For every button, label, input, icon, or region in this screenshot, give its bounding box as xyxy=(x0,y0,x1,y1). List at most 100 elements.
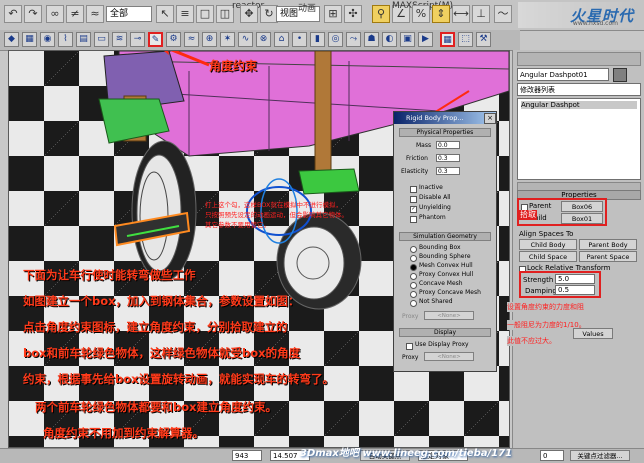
child-space-button[interactable]: Child Space xyxy=(519,251,577,262)
concave-mesh-radio[interactable] xyxy=(410,282,417,289)
body-text-line4: box和前车轮绿色物体，这样绿色物体就受box的角度 xyxy=(23,346,301,360)
current-frame-field[interactable]: 0 xyxy=(540,450,564,461)
undo-icon[interactable]: ↶ xyxy=(4,5,22,23)
inactive-checkbox[interactable] xyxy=(410,186,417,193)
bind-space-warp-icon[interactable]: ≈ xyxy=(86,5,104,23)
redo-icon[interactable]: ↷ xyxy=(24,5,42,23)
axle-post xyxy=(314,51,332,172)
hinge-icon[interactable]: ⌂ xyxy=(274,32,289,47)
deforming-mesh-icon[interactable]: ▤ xyxy=(76,32,91,47)
fracture-icon[interactable]: ✶ xyxy=(220,32,235,47)
display-proxy-none-button[interactable]: <None> xyxy=(424,352,474,361)
y-coordinate-field[interactable]: 943 xyxy=(232,450,262,461)
spinner-snap-icon[interactable]: ⇕ xyxy=(432,5,450,23)
physical-properties-rollout[interactable]: Physical Properties xyxy=(399,128,491,137)
proxy-none-button[interactable]: <None> xyxy=(424,311,474,320)
water-icon[interactable]: ∿ xyxy=(238,32,253,47)
rectangle-selection-icon[interactable]: □ xyxy=(196,5,214,23)
reactor-toolbar: ◆ ▦ ◉ ⌇ ▤ ▭ ≋ ⊸ ✎ ⚙ ≈ ⊕ ✶ ∿ ⊗ ⌂ • ▮ ◎ ⤳ … xyxy=(0,30,520,51)
disable-all-label: Disable All xyxy=(419,194,451,201)
phantom-checkbox[interactable] xyxy=(410,216,417,223)
bounding-sphere-radio[interactable] xyxy=(410,255,417,262)
motor-icon[interactable]: ⚙ xyxy=(166,32,181,47)
friction-field[interactable]: 0.3 xyxy=(436,154,460,162)
parent-body-button[interactable]: Parent Body xyxy=(579,239,637,250)
create-animation-icon[interactable]: ⬚ xyxy=(458,32,473,47)
friction-label: Friction xyxy=(406,155,428,162)
select-by-name-icon[interactable]: ≡ xyxy=(176,5,194,23)
mass-field[interactable]: 0.0 xyxy=(436,141,460,149)
select-move-icon[interactable]: ✥ xyxy=(240,5,258,23)
key-filters-button[interactable]: 关键点过滤器... xyxy=(570,450,630,461)
proxy-convex-hull-label: Proxy Convex Hull xyxy=(419,271,474,278)
analyze-world-icon[interactable]: ▣ xyxy=(400,32,415,47)
unyielding-label: Unyielding xyxy=(419,204,451,211)
site-logo: 火星时代 www.hxsd.com xyxy=(518,2,638,28)
object-name-field[interactable]: Angular Dashpot01 xyxy=(517,68,609,81)
preview-animation-icon[interactable]: ▶ xyxy=(418,32,433,47)
pivot-center-icon[interactable]: ⊞ xyxy=(324,5,342,23)
mirror-icon[interactable]: ⟷ xyxy=(452,5,470,23)
display-rollout[interactable]: Display xyxy=(399,328,491,337)
car-wheel-icon[interactable]: ◎ xyxy=(328,32,343,47)
modifier-stack[interactable]: Angular Dashpot xyxy=(517,98,641,180)
mesh-convex-hull-radio[interactable] xyxy=(410,264,417,271)
modifier-list-combo[interactable]: 修改器列表 xyxy=(517,83,641,96)
box-note-line1: 打上这个勾，这样BOX就在模拟中不进行模拟， xyxy=(205,201,342,209)
inactive-label: Inactive xyxy=(419,184,443,191)
proxy-convex-hull-radio[interactable] xyxy=(410,273,417,280)
soft-body-collection-icon[interactable]: ◉ xyxy=(40,32,55,47)
use-display-proxy-checkbox[interactable] xyxy=(406,343,413,350)
rigid-body-properties-dialog[interactable]: Rigid Body Prop... × Physical Properties… xyxy=(393,111,497,372)
curve-editor-icon[interactable]: 〜 xyxy=(494,5,512,23)
main-toolbar: ↶ ↷ ∞ ≠ ≈ 全部 ↖ ≡ □ ◫ reactor ✥ ↻ 视图 动画 ⊞… xyxy=(0,0,644,31)
percent-snap-icon[interactable]: % xyxy=(412,5,430,23)
disable-all-checkbox[interactable] xyxy=(410,196,417,203)
elasticity-field[interactable]: 0.3 xyxy=(436,167,460,175)
dialog-title[interactable]: Rigid Body Prop... xyxy=(394,112,496,124)
ball-socket-icon[interactable]: ◐ xyxy=(382,32,397,47)
link-icon[interactable]: ∞ xyxy=(46,5,64,23)
wind-icon[interactable]: ≈ xyxy=(184,32,199,47)
body-text-line1: 下面为让车行使时能转弯做些工作 xyxy=(23,268,196,282)
rope-collection-icon[interactable]: ⌇ xyxy=(58,32,73,47)
modifier-stack-item[interactable]: Angular Dashpot xyxy=(521,101,637,109)
plane-icon[interactable]: ▭ xyxy=(94,32,109,47)
mass-label: Mass xyxy=(416,142,432,149)
utility-icon[interactable]: ⚒ xyxy=(476,32,491,47)
rigid-body-collection-icon[interactable]: ◆ xyxy=(4,32,19,47)
align-icon[interactable]: ⊥ xyxy=(472,5,490,23)
bounding-box-radio[interactable] xyxy=(410,246,417,253)
pick-annotation: 拾取 xyxy=(519,210,537,220)
child-body-button[interactable]: Child Body xyxy=(519,239,577,250)
snaps-toggle-icon[interactable]: ⚲ xyxy=(372,5,390,23)
cloth-collection-icon[interactable]: ▦ xyxy=(22,32,37,47)
values-button[interactable]: Values xyxy=(573,328,613,339)
toy-car-icon[interactable]: ⊕ xyxy=(202,32,217,47)
display-proxy-label: Proxy xyxy=(402,354,419,361)
proxy-concave-mesh-radio[interactable] xyxy=(410,291,417,298)
ragdoll-icon[interactable]: ☗ xyxy=(364,32,379,47)
unlink-icon[interactable]: ≠ xyxy=(66,5,84,23)
command-panel-tabs[interactable] xyxy=(517,52,641,66)
proxy-label: Proxy xyxy=(402,313,419,320)
spring-icon[interactable]: ≋ xyxy=(112,32,127,47)
select-object-icon[interactable]: ↖ xyxy=(156,5,174,23)
prismatic-icon[interactable]: ▮ xyxy=(310,32,325,47)
simulation-geometry-rollout[interactable]: Simulation Geometry xyxy=(399,232,491,241)
select-manipulate-icon[interactable]: ✣ xyxy=(344,5,362,23)
linear-dashpot-icon[interactable]: ⊸ xyxy=(130,32,145,47)
menu-animation[interactable]: 动画 xyxy=(298,1,316,14)
angular-dashpot-icon[interactable]: ✎ xyxy=(148,32,163,47)
parent-space-button[interactable]: Parent Space xyxy=(579,251,637,262)
dialog-close-icon[interactable]: × xyxy=(484,113,496,124)
point-to-point-icon[interactable]: • xyxy=(292,32,307,47)
rigid-body-properties-icon[interactable]: ▦ xyxy=(440,32,455,47)
constraint-solver-icon[interactable]: ⊗ xyxy=(256,32,271,47)
not-shared-radio[interactable] xyxy=(410,300,417,307)
unyielding-checkbox[interactable]: ✓ xyxy=(410,206,417,213)
object-color-swatch[interactable] xyxy=(613,68,627,82)
point-to-path-icon[interactable]: ⤳ xyxy=(346,32,361,47)
selection-filter-combo[interactable]: 全部 xyxy=(106,6,152,22)
mesh-convex-hull-label: Mesh Convex Hull xyxy=(419,262,473,269)
